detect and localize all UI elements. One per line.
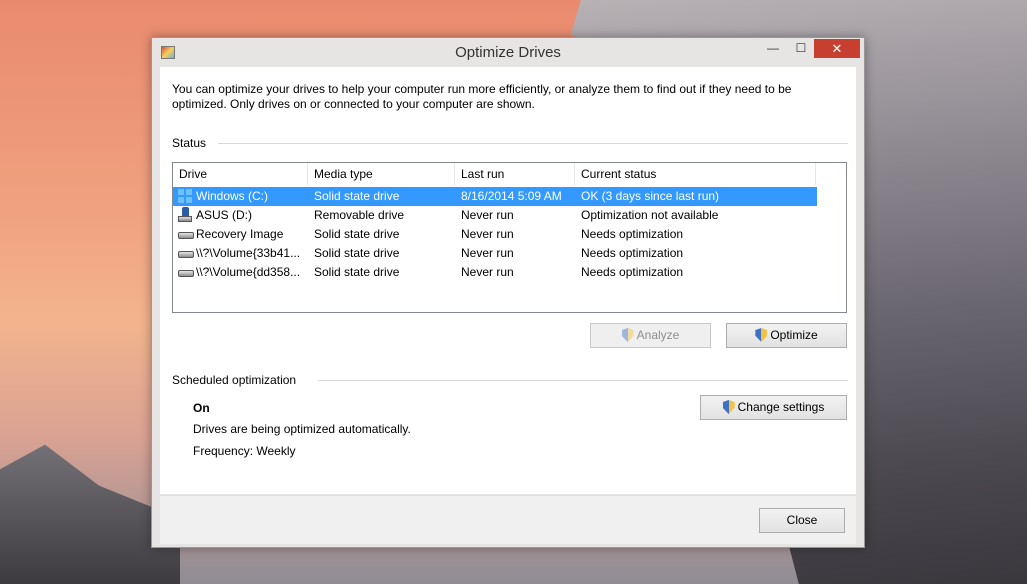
drive-name: \\?\Volume{33b41... <box>196 246 301 260</box>
column-header-last-run[interactable]: Last run <box>455 163 575 185</box>
maximize-button[interactable]: ☐ <box>788 39 814 58</box>
drive-row[interactable]: \\?\Volume{33b41... Solid state drive Neve… <box>173 244 817 263</box>
status-divider <box>218 143 848 144</box>
optimize-drives-window: Optimize Drives — ☐ ✕ You can optimize y… <box>151 37 865 548</box>
drive-name: Windows (C:) <box>196 189 269 203</box>
scheduled-divider <box>318 380 848 381</box>
drive-row[interactable]: Windows (C:) Solid state drive 8/16/2014 5… <box>173 187 817 206</box>
drive-media-type: Solid state drive <box>314 227 400 241</box>
drive-last-run: Never run <box>461 208 514 222</box>
drive-last-run: 8/16/2014 5:09 AM <box>461 189 562 203</box>
drive-last-run: Never run <box>461 265 514 279</box>
description-text: You can optimize your drives to help you… <box>172 82 792 111</box>
uac-shield-icon <box>755 328 768 342</box>
drive-media-type: Solid state drive <box>314 189 400 203</box>
scheduled-section-label: Scheduled optimization <box>172 373 297 387</box>
close-button[interactable]: Close <box>759 508 845 533</box>
drive-name: Recovery Image <box>196 227 284 241</box>
column-header-drive[interactable]: Drive <box>173 163 308 185</box>
drive-last-run: Never run <box>461 227 514 241</box>
uac-shield-icon <box>621 328 634 342</box>
analyze-button[interactable]: Analyze <box>590 323 711 348</box>
schedule-frequency: Frequency: Weekly <box>193 444 296 458</box>
disk-drive-icon <box>178 251 194 258</box>
drives-list[interactable]: Drive Media type Last run Current status… <box>172 162 847 313</box>
drive-row[interactable]: ASUS (D:) Removable drive Never run Optimiz… <box>173 206 817 225</box>
drive-name: \\?\Volume{dd358... <box>196 265 301 279</box>
column-header-media-type[interactable]: Media type <box>308 163 455 185</box>
drive-current-status: Optimization not available <box>581 208 719 222</box>
drive-media-type: Solid state drive <box>314 246 400 260</box>
windows-drive-icon <box>178 189 193 204</box>
title-bar[interactable]: Optimize Drives — ☐ ✕ <box>152 38 864 66</box>
drive-last-run: Never run <box>461 246 514 260</box>
column-header-current-status[interactable]: Current status <box>575 163 816 185</box>
usb-drive-icon <box>178 207 192 223</box>
drive-row[interactable]: Recovery Image Solid state drive Never run… <box>173 225 817 244</box>
close-window-button[interactable]: ✕ <box>814 39 860 58</box>
drive-current-status: Needs optimization <box>581 246 684 260</box>
window-title: Optimize Drives <box>455 44 561 61</box>
drive-current-status: OK (3 days since last run) <box>581 189 720 203</box>
drive-name: ASUS (D:) <box>196 208 253 222</box>
schedule-message: Drives are being optimized automatically… <box>193 422 411 436</box>
drive-row[interactable]: \\?\Volume{dd358... Solid state drive Neve… <box>173 263 817 282</box>
footer-bar: Close <box>160 495 856 544</box>
drive-current-status: Needs optimization <box>581 227 684 241</box>
change-settings-button[interactable]: Change settings <box>700 395 847 420</box>
drive-media-type: Removable drive <box>314 208 405 222</box>
schedule-state: On <box>193 401 210 415</box>
drive-current-status: Needs optimization <box>581 265 684 279</box>
uac-shield-icon <box>722 400 735 414</box>
status-section-label: Status <box>172 136 207 150</box>
drive-media-type: Solid state drive <box>314 265 400 279</box>
main-panel: You can optimize your drives to help you… <box>160 67 856 494</box>
minimize-button[interactable]: — <box>760 39 786 58</box>
optimize-button[interactable]: Optimize <box>726 323 847 348</box>
disk-drive-icon <box>178 232 194 239</box>
disk-drive-icon <box>178 270 194 277</box>
drives-list-header: Drive Media type Last run Current status <box>173 163 846 185</box>
